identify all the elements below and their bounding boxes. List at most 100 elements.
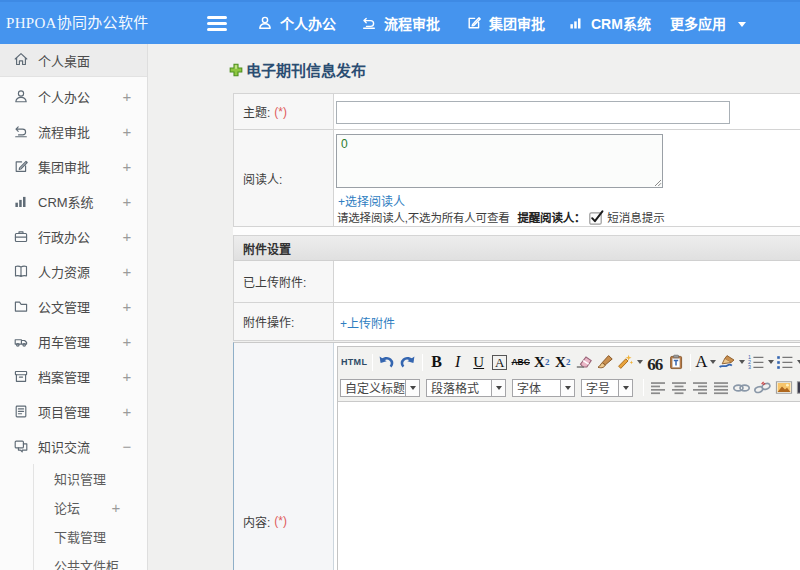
attachment-actions-label: 附件操作: — [243, 313, 294, 330]
resize-handle-icon[interactable] — [652, 177, 662, 187]
editor-forecolor-button[interactable]: A — [694, 351, 717, 373]
nav-item-crm-system[interactable]: CRM系统 — [568, 2, 651, 44]
sidebar-item-workflow-approval[interactable]: 流程审批+ — [0, 114, 147, 149]
editor-superscript-button[interactable]: X2 — [531, 351, 552, 373]
expander-icon[interactable]: + — [119, 158, 135, 175]
editor-align-right-button[interactable] — [689, 377, 710, 399]
expander-icon[interactable]: + — [119, 333, 135, 350]
editor-bold-button[interactable]: B — [426, 351, 447, 373]
editor-fontname-button[interactable]: A — [489, 351, 510, 373]
subject-input[interactable] — [336, 101, 730, 124]
editor-align-center-button[interactable] — [668, 377, 689, 399]
sidebar-subitem-download-mgmt[interactable]: 下载管理 — [0, 522, 147, 551]
editor-formatpaint-button[interactable] — [594, 351, 615, 373]
readers-field-cell: 0 +选择阅读人 请选择阅读人,不选为所有人可查看 提醒阅读人： 短消息提示 — [334, 130, 800, 226]
editor-image-button[interactable] — [773, 377, 794, 399]
expander-icon[interactable]: + — [119, 228, 135, 245]
subject-row: 主题: (*) — [234, 94, 800, 130]
editor-source-button[interactable]: HTML — [340, 351, 368, 373]
editor-italic-button[interactable]: I — [447, 351, 468, 373]
sidebar-item-crm-system[interactable]: CRM系统+ — [0, 184, 147, 219]
attachments-section-header: 附件设置 — [234, 236, 800, 261]
editor-hilitecolor-button[interactable] — [717, 351, 746, 373]
sidebar-item-archive-mgmt[interactable]: 档案管理 + — [0, 359, 147, 394]
readers-row: 阅读人: 0 +选择阅读人 请选择阅读人,不选为所有人可查看 提醒阅读人： 短消… — [234, 130, 800, 226]
toolbar-separator — [690, 354, 691, 371]
expander-icon[interactable]: − — [119, 438, 135, 455]
select-caret-button[interactable] — [491, 380, 505, 396]
sidebar-item-personal-office[interactable]: 个人办公+ — [0, 79, 147, 114]
sidebar-item-label: 用车管理 — [38, 332, 90, 351]
select-caret-button[interactable] — [618, 380, 632, 396]
attachment-actions-label-cell: 附件操作: — [234, 303, 334, 340]
editor-quote-button[interactable]: 66 — [644, 351, 665, 373]
editor-pastetext-button[interactable] — [665, 351, 686, 373]
editor-toolbar-row1: HTMLBIUAABCX2X266A123 — [340, 348, 800, 376]
editor-unlink-button[interactable] — [752, 377, 773, 399]
editor-fontsize-select[interactable]: 字号 — [581, 379, 633, 397]
nav-item-group-approval[interactable]: 集团审批 — [466, 2, 545, 44]
editor-link-button[interactable] — [731, 377, 752, 399]
nav-item-personal-office[interactable]: 个人办公 — [257, 2, 336, 44]
expander-icon[interactable]: + — [119, 368, 135, 385]
sidebar: 个人桌面个人办公+流程审批+集团审批+CRM系统+行政办公+人力资源+公文管理+… — [0, 44, 148, 570]
sidebar-item-label: 项目管理 — [38, 402, 90, 421]
content-row: 内容: (*) HTMLBIUAABCX2X266A123 自定义标题段落格式字… — [234, 343, 800, 570]
caret-down-icon — [739, 360, 745, 364]
sidebar-subitem-forum[interactable]: 论坛+ — [0, 493, 147, 522]
expander-icon[interactable]: + — [119, 263, 135, 280]
expander-icon[interactable]: + — [119, 193, 135, 210]
select-caret-button[interactable] — [405, 380, 419, 396]
toolbar-separator — [643, 379, 644, 396]
sidebar-item-project-mgmt[interactable]: 项目管理 + — [0, 394, 147, 429]
editor-align-left-button[interactable] — [647, 377, 668, 399]
editor-redo-button[interactable] — [397, 351, 418, 373]
choose-readers-link[interactable]: +选择阅读人 — [338, 192, 405, 209]
editor-align-justify-button[interactable] — [710, 377, 731, 399]
editor-unorderedlist-button[interactable] — [775, 351, 800, 373]
editor-subscript-button[interactable]: X2 — [552, 351, 573, 373]
nav-item-label: 集团审批 — [489, 13, 545, 33]
toolbar-separator — [372, 354, 373, 371]
sidebar-subitem-knowledge-mgmt[interactable]: 知识管理 — [0, 464, 147, 493]
select-caret-button[interactable] — [560, 380, 574, 396]
editor-fontfamily-select[interactable]: 字体 — [512, 379, 575, 397]
sidebar-item-label: 行政办公 — [38, 227, 90, 246]
readers-label: 阅读人: — [243, 170, 282, 187]
expander-icon[interactable]: + — [119, 123, 135, 140]
readers-hint-line: 请选择阅读人,不选为所有人可查看 提醒阅读人： 短消息提示 — [337, 209, 665, 225]
editor-underline-button[interactable]: U — [468, 351, 489, 373]
expander-icon[interactable]: + — [119, 298, 135, 315]
sidebar-item-label: 档案管理 — [38, 367, 90, 386]
editor-toolbar-row2: 自定义标题段落格式字体字号 — [340, 376, 800, 399]
sidebar-item-group-approval[interactable]: 集团审批+ — [0, 149, 147, 184]
expander-icon[interactable]: + — [119, 403, 135, 420]
sidebar-item-personal-desktop[interactable]: 个人桌面 — [0, 44, 147, 77]
readers-textarea[interactable]: 0 — [336, 134, 663, 188]
sidebar-item-official-doc-mgmt[interactable]: 公文管理+ — [0, 289, 147, 324]
editor-media-button[interactable] — [794, 377, 800, 399]
sms-checkbox[interactable] — [589, 210, 604, 225]
nav-item-more-apps[interactable]: 更多应用 — [670, 2, 748, 44]
editor-headings-select[interactable]: 自定义标题 — [340, 379, 420, 397]
expander-icon[interactable]: + — [119, 88, 135, 105]
editor-undo-button[interactable] — [376, 351, 397, 373]
content-label-cell: 内容: (*) — [234, 343, 334, 570]
book-icon — [13, 263, 29, 280]
sidebar-item-knowledge-exchange[interactable]: 知识交流− — [0, 429, 147, 464]
editor-removeformat-button[interactable] — [573, 351, 594, 373]
upload-attachment-link[interactable]: +上传附件 — [340, 313, 395, 330]
sidebar-subitem-public-file-cabinet[interactable]: 公共文件柜 — [0, 551, 147, 570]
editor-autotypeset-button[interactable] — [615, 351, 644, 373]
workflow-icon — [361, 15, 377, 32]
nav-item-workflow-approval[interactable]: 流程审批 — [361, 2, 440, 44]
expander-icon[interactable]: + — [108, 499, 124, 516]
sidebar-item-vehicle-mgmt[interactable]: 用车管理 + — [0, 324, 147, 359]
editor-orderedlist-button[interactable]: 123 — [746, 351, 775, 373]
sidebar-item-human-resources[interactable]: 人力资源+ — [0, 254, 147, 289]
editor-strikethrough-button[interactable]: ABC — [510, 351, 531, 373]
editor-paragraph-select[interactable]: 段落格式 — [426, 379, 506, 397]
editor-content-area[interactable] — [338, 402, 800, 570]
sidebar-item-admin-office[interactable]: 行政办公 + — [0, 219, 147, 254]
caret-down-icon — [768, 360, 774, 364]
